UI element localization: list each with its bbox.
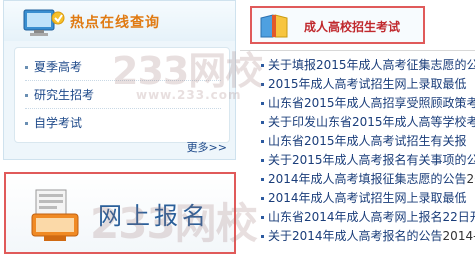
news-title: 关于填报2015年成人高考征集志愿的公 [268,58,475,72]
news-item[interactable]: 2015年成人高考试招生网上录取最低 [261,75,467,93]
news-title: 关于2014年成人高考报名的公告 [268,229,443,243]
news-title: 2014年成人高考填报征集志愿的公告 [268,172,467,186]
bullet-icon [25,94,28,97]
adult-exam-header: 成人高校招生考试 [250,6,425,44]
hot-query-header: 热点在线查询 [4,1,235,41]
bullet-icon [261,121,264,124]
list-item-summer-gaokao[interactable]: 夏季高考 [25,56,82,78]
hot-query-panel: 热点在线查询 夏季高考 研究生招考 自学考试 更多>> [3,0,236,160]
news-title: 山东省2015年成人高招享受照顾政策考 [268,96,475,110]
news-item[interactable]: 山东省2015年成人高考试招生有关报 [261,132,467,150]
news-title: 2015年成人高考试招生网上录取最低 [268,77,467,91]
news-title: 关于2015年成人高考报名有关事项的公 [268,153,475,167]
bullet-icon [261,102,264,105]
bullet-icon [261,140,264,143]
computer-icon [23,9,65,36]
news-item[interactable]: 关于2015年成人高考报名有关事项的公 [261,151,475,169]
list-item-self-study-exam[interactable]: 自学考试 [25,112,82,134]
adult-exam-title: 成人高校招生考试 [304,20,401,34]
hot-query-list: 夏季高考 研究生招考 自学考试 [14,47,230,143]
list-item-graduate-exam[interactable]: 研究生招考 [25,84,94,106]
list-item-label: 夏季高考 [34,60,83,74]
news-item[interactable]: 关于填报2015年成人高考征集志愿的公 [261,56,475,74]
divider [25,80,221,81]
news-title: 关于印发山东省2015年成人高等学校考 [268,115,475,129]
bullet-icon [261,235,264,238]
bullet-icon [25,122,28,125]
bullet-icon [261,216,264,219]
news-item[interactable]: 山东省2015年成人高招享受照顾政策考 [261,94,475,112]
bullet-icon [25,66,28,69]
news-title: 山东省2015年成人高考试招生有关报 [268,134,467,148]
online-signup-label: 网上报名 [98,202,210,230]
news-title: 山东省2014年成人高考网上报名22日开 [268,210,475,224]
book-icon [260,14,288,38]
bullet-icon [261,178,264,181]
news-item[interactable]: 关于印发山东省2015年成人高等学校考 [261,113,475,131]
list-item-label: 研究生招考 [34,88,95,102]
news-date: 2014-08 [442,229,475,243]
news-item[interactable]: 关于2014年成人高考报名的公告2014-08 [261,227,475,245]
divider [240,50,475,51]
news-item[interactable]: 2014年成人高考填报征集志愿的公告20 [261,170,475,188]
news-date: 20 [466,172,475,186]
computer-signup-icon [31,189,79,241]
bullet-icon [261,83,264,86]
bullet-icon [261,64,264,67]
hot-query-title: 热点在线查询 [70,15,160,31]
bullet-icon [261,197,264,200]
divider [25,108,221,109]
news-item[interactable]: 山东省2014年成人高考网上报名22日开 [261,208,475,226]
news-item[interactable]: 2014年成人高考试招生网上录取最低 [261,189,467,207]
bullet-icon [261,159,264,162]
more-link[interactable]: 更多>> [187,139,227,155]
online-signup-button[interactable]: 网上报名 [4,172,236,254]
news-title: 2014年成人高考试招生网上录取最低 [268,191,467,205]
list-item-label: 自学考试 [34,116,83,130]
